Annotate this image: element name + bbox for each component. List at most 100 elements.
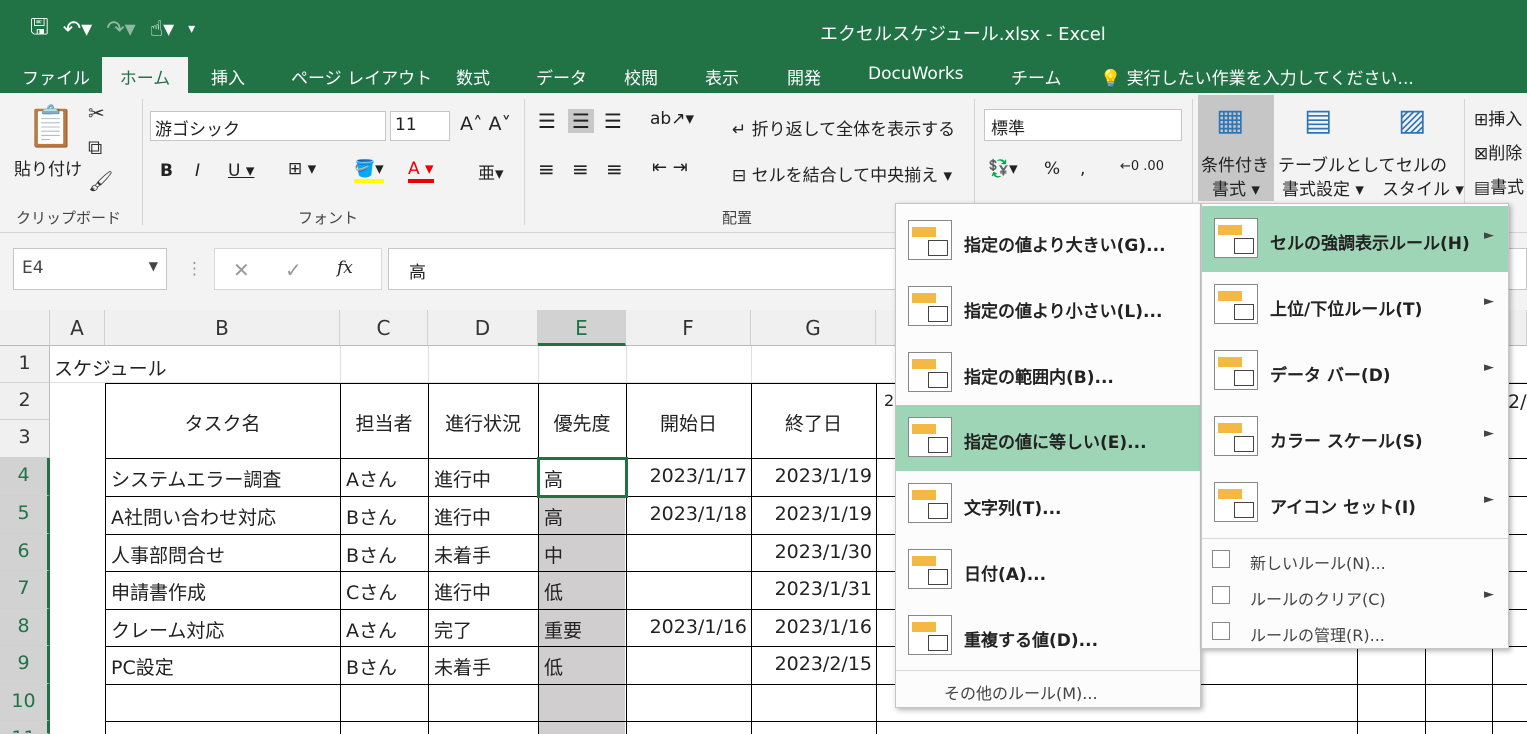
- copy-icon[interactable]: ⧉: [88, 135, 102, 159]
- table-cell[interactable]: 低: [538, 571, 569, 605]
- table-cell[interactable]: 2023/1/16: [626, 609, 751, 638]
- table-cell[interactable]: 2023/2/15: [751, 646, 876, 675]
- column-header-G[interactable]: G: [751, 310, 876, 346]
- row-header-5[interactable]: 5: [0, 496, 50, 534]
- rule-equal-to[interactable]: 指定の値に等しい(E)...: [896, 405, 1200, 471]
- row-header-11[interactable]: 11: [0, 721, 50, 734]
- font-name-select[interactable]: 游ゴシック: [150, 111, 386, 141]
- border-icon[interactable]: ⊞ ▾: [288, 159, 316, 179]
- header-priority[interactable]: 優先度: [538, 402, 626, 436]
- table-cell[interactable]: 重要: [538, 609, 588, 643]
- cell-styles-label-1[interactable]: セルの: [1396, 151, 1447, 176]
- rule-less-than[interactable]: 指定の値より小さい(L)...: [896, 274, 1200, 340]
- menu-manage-rules[interactable]: ルールの管理(R)...: [1202, 614, 1508, 650]
- table-cell[interactable]: 人事部問合せ: [105, 534, 231, 568]
- column-header-D[interactable]: D: [428, 310, 538, 346]
- tell-me-box[interactable]: 💡 実行したい作業を入力してください...: [1100, 64, 1414, 89]
- row-header-6[interactable]: 6: [0, 534, 50, 571]
- row-header-7[interactable]: 7: [0, 571, 50, 609]
- column-header-C[interactable]: C: [340, 310, 428, 346]
- touch-mode-icon[interactable]: ☝▾: [150, 17, 174, 42]
- format-table-label-2[interactable]: 書式設定 ▾: [1282, 175, 1364, 200]
- table-cell[interactable]: 2023/1/31: [751, 571, 876, 600]
- header-end[interactable]: 終了日: [751, 402, 876, 436]
- tab-home[interactable]: ホーム: [102, 57, 188, 93]
- rule-date[interactable]: 日付(A)...: [896, 537, 1200, 603]
- table-cell[interactable]: Bさん: [340, 646, 403, 680]
- row-header-9[interactable]: 9: [0, 646, 50, 684]
- tab-data[interactable]: データ: [536, 64, 587, 89]
- table-cell[interactable]: Bさん: [340, 496, 403, 530]
- table-cell[interactable]: 未着手: [428, 534, 497, 568]
- table-cell[interactable]: Aさん: [340, 458, 403, 492]
- format-table-icon[interactable]: ▤: [1304, 103, 1332, 138]
- tab-view[interactable]: 表示: [705, 64, 739, 89]
- name-box[interactable]: E4 ▼: [13, 248, 167, 290]
- row-header-10[interactable]: 10: [0, 684, 50, 721]
- table-cell[interactable]: 中: [538, 534, 569, 568]
- table-cell[interactable]: 2023/1/16: [751, 609, 876, 638]
- table-cell[interactable]: 進行中: [428, 458, 497, 492]
- header-start[interactable]: 開始日: [626, 402, 751, 436]
- more-rules-item[interactable]: その他のルール(M)...: [944, 680, 1098, 704]
- format-painter-icon[interactable]: 🖌: [88, 169, 113, 193]
- header-status[interactable]: 進行状況: [428, 402, 538, 436]
- comma-icon[interactable]: ,: [1080, 159, 1085, 179]
- font-color-icon[interactable]: A ▾: [408, 159, 434, 183]
- redo-icon[interactable]: ↷▾: [106, 17, 135, 42]
- menu-icon-sets[interactable]: アイコン セット(I) ►: [1202, 470, 1508, 536]
- table-cell[interactable]: 未着手: [428, 646, 497, 680]
- table-cell[interactable]: 進行中: [428, 496, 497, 530]
- row-header-1[interactable]: 1: [0, 346, 50, 383]
- format-table-label-1[interactable]: テーブルとして: [1278, 151, 1395, 176]
- rule-duplicate[interactable]: 重複する値(D)...: [896, 603, 1200, 669]
- underline-button[interactable]: U ▾: [228, 161, 254, 181]
- row-header-4[interactable]: 4: [0, 458, 50, 496]
- table-cell[interactable]: Cさん: [340, 571, 403, 605]
- paste-icon[interactable]: 📋: [26, 103, 76, 150]
- rule-greater-than[interactable]: 指定の値より大きい(G)...: [896, 208, 1200, 274]
- format-cells-button[interactable]: ▤書式: [1474, 173, 1524, 198]
- percent-icon[interactable]: %: [1044, 159, 1060, 179]
- cell-styles-label-2[interactable]: スタイル ▾: [1382, 175, 1464, 200]
- italic-button[interactable]: I: [195, 161, 200, 181]
- table-cell[interactable]: 2023/1/19: [751, 496, 876, 525]
- table-cell[interactable]: 低: [538, 646, 569, 680]
- table-cell[interactable]: 2023/1/18: [626, 496, 751, 525]
- table-cell[interactable]: 進行中: [428, 571, 497, 605]
- save-icon[interactable]: 🖫: [30, 10, 49, 48]
- tab-insert[interactable]: 挿入: [211, 64, 245, 89]
- row-header-3[interactable]: 3: [0, 420, 50, 458]
- delete-cells-button[interactable]: ⊠削除: [1474, 139, 1522, 164]
- table-cell[interactable]: Aさん: [340, 609, 403, 643]
- table-cell[interactable]: クレーム対応: [105, 609, 230, 643]
- table-cell[interactable]: 2023/1/17: [626, 458, 751, 487]
- row-header-2[interactable]: 2: [0, 383, 50, 420]
- table-cell[interactable]: 申請書作成: [105, 571, 212, 605]
- table-cell[interactable]: 完了: [428, 609, 478, 643]
- customize-qat-icon[interactable]: ▾: [188, 21, 195, 37]
- tab-team[interactable]: チーム: [1011, 64, 1062, 89]
- column-header-B[interactable]: B: [105, 310, 340, 346]
- cell-styles-icon[interactable]: ▨: [1398, 103, 1426, 138]
- tab-page-layout[interactable]: ページ レイアウト: [291, 64, 432, 89]
- cut-icon[interactable]: ✂: [88, 101, 105, 125]
- menu-top-bottom-rules[interactable]: 上位/下位ルール(T) ►: [1202, 272, 1508, 338]
- tab-formulas[interactable]: 数式: [456, 64, 490, 89]
- wrap-text-button[interactable]: ↵ 折り返して全体を表示する: [732, 115, 955, 140]
- column-header-E[interactable]: E: [538, 310, 626, 346]
- column-header-A[interactable]: A: [50, 310, 105, 346]
- align-bottom-icon[interactable]: ☰: [604, 109, 622, 133]
- header-owner[interactable]: 担当者: [340, 402, 428, 436]
- undo-icon[interactable]: ↶▾: [63, 17, 92, 42]
- table-cell[interactable]: 2023/1/30: [751, 534, 876, 563]
- phonetic-icon[interactable]: 亜▾: [478, 159, 504, 184]
- currency-icon[interactable]: 💱▾: [988, 159, 1018, 179]
- menu-data-bars[interactable]: データ バー(D) ►: [1202, 338, 1508, 404]
- align-right-icon[interactable]: ≡: [606, 157, 623, 181]
- select-all-corner[interactable]: [0, 310, 50, 346]
- table-cell[interactable]: Bさん: [340, 534, 403, 568]
- row-header-8[interactable]: 8: [0, 609, 50, 646]
- rule-between[interactable]: 指定の範囲内(B)...: [896, 340, 1200, 406]
- conditional-format-button[interactable]: ▦ 条件付き 書式 ▾: [1198, 95, 1274, 201]
